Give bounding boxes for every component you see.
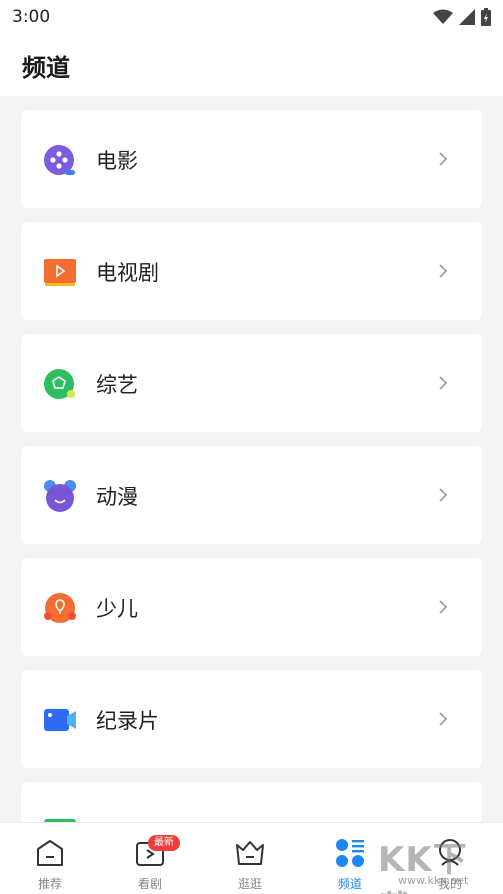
channel-label: 综艺 — [96, 373, 138, 397]
status-bar: 3:00 — [0, 0, 503, 34]
home-icon — [37, 840, 63, 866]
chevron-right-icon — [439, 152, 448, 166]
nav-label: 推荐 — [37, 877, 62, 891]
variety-show-icon — [44, 369, 75, 399]
anime-icon — [44, 480, 76, 512]
battery-icon — [481, 8, 491, 26]
channels-icon — [336, 839, 364, 867]
film-icon — [44, 145, 75, 175]
channel-item-variety[interactable]: 综艺 — [21, 334, 482, 432]
channel-item-topic[interactable]: 专题 — [21, 782, 482, 822]
topic-icon — [44, 819, 76, 822]
chevron-right-icon — [439, 376, 448, 390]
channel-item-documentary[interactable]: 纪录片 — [21, 670, 482, 768]
chevron-right-icon — [439, 600, 448, 614]
new-badge: 最新 — [148, 835, 180, 851]
channel-item-anime[interactable]: 动漫 — [21, 446, 482, 544]
channel-label: 少儿 — [96, 597, 138, 621]
documentary-icon — [44, 709, 76, 731]
signal-icon — [459, 9, 475, 25]
chevron-right-icon — [439, 488, 448, 502]
page-title: 频道 — [22, 53, 70, 82]
nav-label: 看剧 — [137, 877, 162, 891]
status-time: 3:00 — [12, 7, 51, 27]
kids-icon — [44, 593, 76, 623]
watermark: KK下载 www.kkx.net — [378, 832, 500, 894]
channel-label: 纪录片 — [96, 709, 159, 733]
page-header: 频道 — [0, 34, 503, 96]
channel-label: 动漫 — [96, 485, 138, 509]
nav-label: 逛逛 — [237, 877, 262, 891]
channel-label: 电影 — [96, 149, 138, 173]
channel-label: 电视剧 — [96, 261, 159, 285]
nav-item-browse[interactable]: 逛逛 — [200, 823, 300, 894]
browse-icon — [236, 841, 264, 865]
wifi-icon — [433, 9, 453, 24]
chevron-right-icon — [439, 712, 448, 726]
nav-item-recommend[interactable]: 推荐 — [0, 823, 100, 894]
nav-item-watch[interactable]: 最新 看剧 — [100, 823, 200, 894]
watermark-url: www.kkx.net — [398, 874, 469, 887]
channel-item-tv-series[interactable]: 电视剧 — [21, 222, 482, 320]
channel-item-kids[interactable]: 少儿 — [21, 558, 482, 656]
status-icons — [433, 8, 491, 26]
tv-series-icon — [44, 259, 76, 286]
channel-item-film[interactable]: 电影 — [21, 110, 482, 208]
channel-list: 电影 电视剧 综艺 动漫 少儿 纪录片 — [0, 96, 503, 822]
chevron-right-icon — [439, 264, 448, 278]
